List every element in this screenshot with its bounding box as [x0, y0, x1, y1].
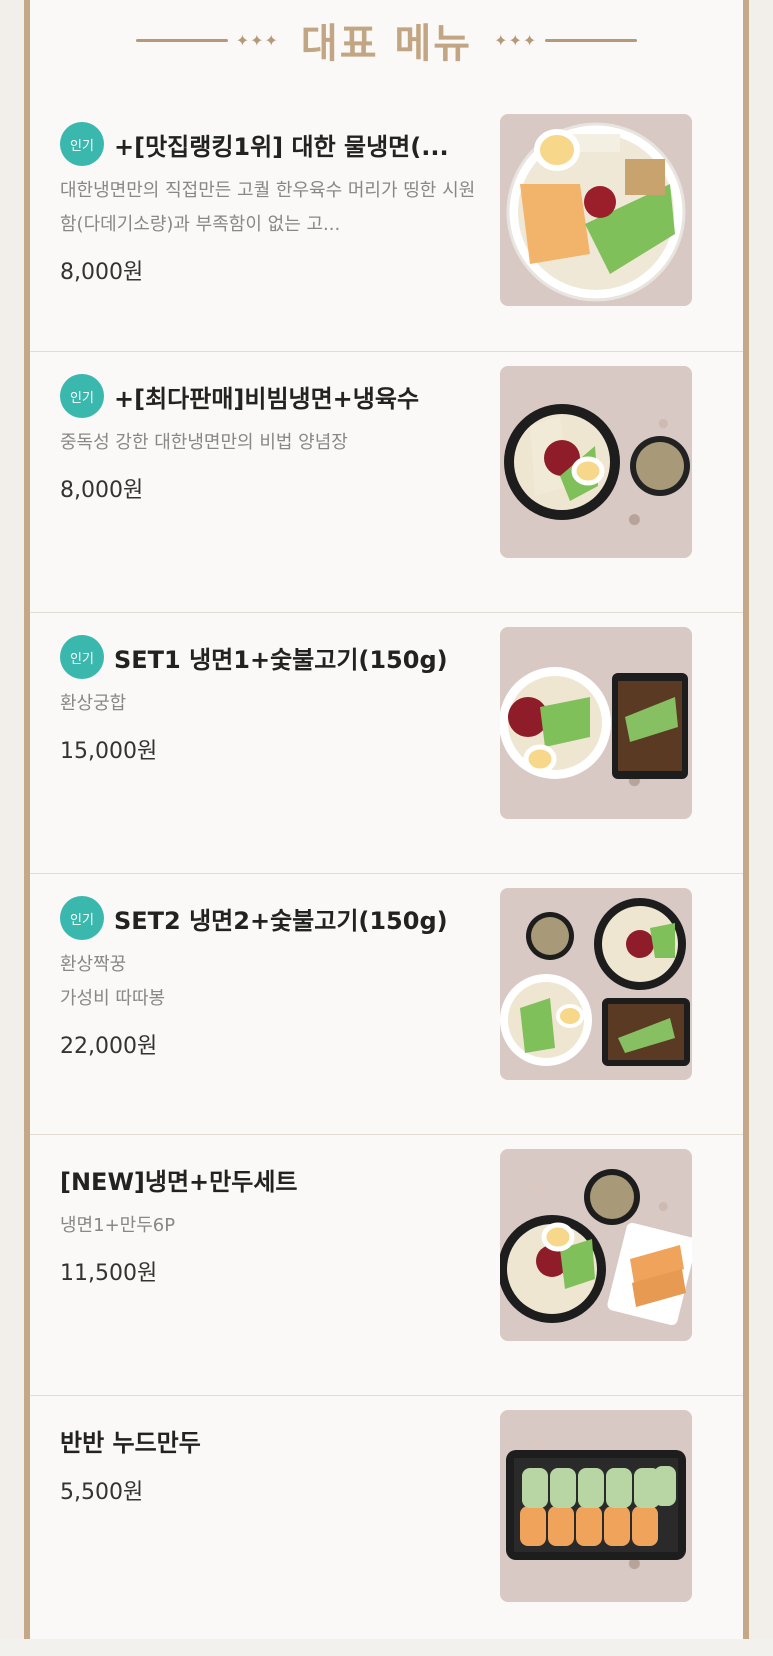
border-right — [743, 0, 749, 1639]
menu-item-name-row: 인기 SET2 냉면2+숯불고기(150g) — [60, 896, 490, 940]
menu-item-name: 반반 누드만두 — [60, 1428, 201, 1457]
menu-item[interactable]: 인기 SET1 냉면1+숯불고기(150g) 환상궁합 15,000원 — [30, 613, 743, 874]
menu-item-description: 냉면1+만두6P — [60, 1215, 176, 1236]
menu-item-name: [NEW]냉면+만두세트 — [60, 1167, 298, 1196]
menu-item-photo — [500, 1410, 692, 1602]
section-header: ✦✦✦ 대표 메뉴 ✦✦✦ — [30, 0, 743, 80]
menu-item-photo — [500, 627, 692, 819]
menu-item[interactable]: 인기 +[최다판매]비빔냉면+냉육수 중독성 강한 대한냉면만의 비법 양념장 … — [30, 352, 743, 613]
header-ornament-right: ✦✦✦ — [494, 30, 538, 50]
menu-item-name-row: 인기 SET1 냉면1+숯불고기(150g) — [60, 635, 490, 679]
menu-item-description: 환상궁합 — [60, 693, 127, 714]
menu-item-photo — [500, 888, 692, 1080]
menu-item-price: 15,000원 — [60, 739, 158, 764]
menu-item-photo — [500, 366, 692, 558]
menu-item-price: 5,500원 — [60, 1480, 144, 1505]
menu-item-name: SET2 냉면2+숯불고기(150g) — [114, 906, 448, 935]
header-ornament-left: ✦✦✦ — [235, 30, 279, 50]
menu-page: ✦✦✦ 대표 메뉴 ✦✦✦ 인기 +[맛집랭킹1위] 대한 물냉면(... 대한… — [0, 0, 773, 1639]
menu-item-text: 인기 +[최다판매]비빔냉면+냉육수 중독성 강한 대한냉면만의 비법 양념장 … — [60, 374, 490, 504]
popular-badge: 인기 — [60, 635, 104, 679]
menu-item[interactable]: [NEW]냉면+만두세트 냉면1+만두6P 11,500원 — [30, 1135, 743, 1396]
menu-item-name-row: 반반 누드만두 — [60, 1420, 490, 1460]
menu-item-name: +[맛집랭킹1위] 대한 물냉면(... — [114, 132, 449, 161]
menu-item-price: 8,000원 — [60, 260, 144, 285]
menu-item-text: 반반 누드만두 5,500원 — [60, 1420, 490, 1506]
menu-item-text: 인기 +[맛집랭킹1위] 대한 물냉면(... 대한냉면만의 직접만든 고퀄 한… — [60, 122, 490, 286]
menu-item-name-row: 인기 +[최다판매]비빔냉면+냉육수 — [60, 374, 490, 418]
menu-item-description: 대한냉면만의 직접만든 고퀄 한우육수 머리가 띵한 시원함(다데기소량)과 부… — [60, 180, 476, 235]
menu-item-description: 환상짝꿍 — [60, 954, 127, 975]
menu-item-price: 22,000원 — [60, 1034, 158, 1059]
menu-list: 인기 +[맛집랭킹1위] 대한 물냉면(... 대한냉면만의 직접만든 고퀄 한… — [30, 100, 743, 1656]
menu-item-price: 11,500원 — [60, 1261, 158, 1286]
menu-item-name-row: [NEW]냉면+만두세트 — [60, 1159, 490, 1199]
menu-item-text: 인기 SET2 냉면2+숯불고기(150g) 환상짝꿍 가성비 따따봉 22,0… — [60, 896, 490, 1060]
popular-badge: 인기 — [60, 896, 104, 940]
menu-item[interactable]: 반반 누드만두 5,500원 — [30, 1396, 743, 1656]
menu-item-description-line2: 가성비 따따봉 — [60, 988, 166, 1009]
menu-item-description: 중독성 강한 대한냉면만의 비법 양념장 — [60, 432, 348, 453]
menu-item-photo — [500, 1149, 692, 1341]
popular-badge: 인기 — [60, 122, 104, 166]
popular-badge: 인기 — [60, 374, 104, 418]
page-edge-left — [0, 0, 24, 1639]
menu-item-name: SET1 냉면1+숯불고기(150g) — [114, 645, 448, 674]
menu-item-name: +[최다판매]비빔냉면+냉육수 — [114, 384, 420, 413]
menu-item[interactable]: 인기 +[맛집랭킹1위] 대한 물냉면(... 대한냉면만의 직접만든 고퀄 한… — [30, 100, 743, 352]
menu-item-photo — [500, 114, 692, 306]
section-title: 대표 메뉴 — [300, 21, 473, 67]
menu-item-name-row: 인기 +[맛집랭킹1위] 대한 물냉면(... — [60, 122, 490, 166]
page-edge-right — [749, 0, 773, 1639]
menu-item[interactable]: 인기 SET2 냉면2+숯불고기(150g) 환상짝꿍 가성비 따따봉 22,0… — [30, 874, 743, 1135]
menu-item-text: 인기 SET1 냉면1+숯불고기(150g) 환상궁합 15,000원 — [60, 635, 490, 765]
menu-item-text: [NEW]냉면+만두세트 냉면1+만두6P 11,500원 — [60, 1159, 490, 1287]
header-line-right — [545, 38, 638, 42]
header-line-left — [135, 38, 228, 42]
menu-item-price: 8,000원 — [60, 478, 144, 503]
